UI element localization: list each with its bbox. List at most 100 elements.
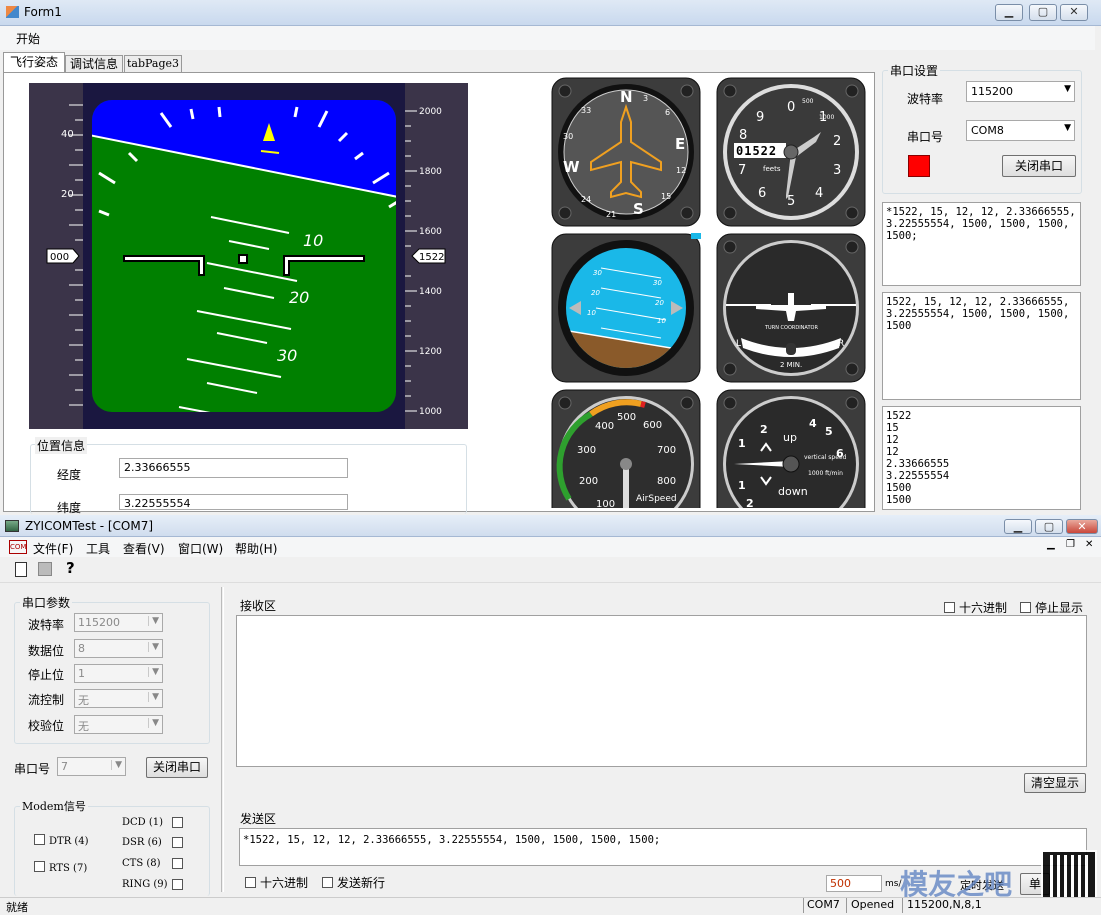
maximize-button[interactable]: ▢ [1035, 519, 1063, 534]
close-button[interactable]: ✕ [1066, 519, 1098, 534]
send-hex-checkbox[interactable]: 十六进制 [245, 874, 308, 891]
menu-file[interactable]: 文件(F) [33, 540, 73, 557]
checkbox-icon [944, 602, 955, 613]
turn-min: 2 MIN. [780, 361, 802, 369]
send-newline-checkbox[interactable]: 发送新行 [322, 874, 385, 891]
alt-num-2: 2 [833, 134, 841, 149]
baud-select[interactable]: 115200 ▼ [74, 613, 163, 632]
as-num-300: 300 [577, 445, 596, 456]
att-num-20a: 20 [591, 289, 600, 297]
tab-flight-attitude[interactable]: 飞行姿态 [3, 52, 65, 73]
value-line: 2.33666555 [886, 458, 950, 470]
port-select[interactable]: 7 ▼ [57, 757, 126, 776]
compass-30: 30 [563, 132, 573, 141]
right-scale-1600: 1600 [419, 227, 442, 237]
form1-menubar: 开始 [0, 26, 1095, 50]
menu-view[interactable]: 查看(V) [123, 540, 165, 557]
ring-indicator [172, 879, 183, 890]
modem-group-title: Modem信号 [20, 798, 88, 814]
parsed-data-box[interactable]: 1522, 15, 12, 12, 2.33666555, 3.22555554… [882, 292, 1081, 400]
right-scale-1400: 1400 [419, 287, 442, 297]
att-num-10b: 10 [657, 317, 666, 325]
serial-status-indicator [908, 155, 930, 177]
vsi-up-4: 4 [809, 417, 817, 430]
menu-window[interactable]: 窗口(W) [178, 540, 223, 557]
dropdown-arrow-icon: ▼ [148, 616, 159, 626]
port-label: 串口号 [907, 130, 944, 144]
alt-num-5: 5 [787, 194, 795, 209]
serial-settings-title: 串口设置 [888, 62, 941, 79]
receive-hex-checkbox[interactable]: 十六进制 [944, 599, 1007, 616]
att-num-30b: 30 [653, 279, 662, 287]
vsi-up-1: 1 [738, 437, 746, 450]
as-num-600: 600 [643, 420, 662, 431]
interval-field[interactable]: 500 [826, 875, 882, 892]
parity-select[interactable]: 无 ▼ [74, 715, 163, 734]
clear-display-button[interactable]: 清空显示 [1024, 773, 1086, 793]
maximize-button[interactable]: ▢ [1029, 4, 1057, 21]
value-line: 15 [886, 422, 899, 434]
values-list-box[interactable]: 1522 15 12 12 2.33666555 3.22555554 1500… [882, 406, 1081, 510]
raw-data-box[interactable]: *1522, 15, 12, 12, 2.33666555, 3.2255555… [882, 202, 1081, 286]
port-select[interactable]: COM8 ▼ [966, 120, 1075, 141]
mdi-minimize-icon[interactable]: ▁ [1047, 539, 1055, 550]
flow-select[interactable]: 无 ▼ [74, 689, 163, 708]
flow-label: 流控制 [28, 693, 65, 707]
mdi-close-icon[interactable]: ✕ [1085, 539, 1093, 550]
rts-label: RTS (7) [49, 863, 88, 874]
vertical-speed-gauge: 1 2 4 5 6 1 2 up down vertical speed 100… [716, 389, 866, 508]
dsr-indicator [172, 837, 183, 848]
stopbits-select[interactable]: 1 ▼ [74, 664, 163, 683]
alt-num-7: 7 [738, 163, 746, 178]
receive-area[interactable] [236, 615, 1087, 767]
tab-page3[interactable]: tabPage3 [124, 55, 182, 73]
baud-value: 115200 [971, 85, 1013, 98]
receive-hex-label: 十六进制 [959, 601, 1008, 615]
dsr-label: DSR (6) [122, 837, 162, 848]
close-port-button[interactable]: 关闭串口 [146, 757, 208, 778]
latitude-field[interactable]: 3.22555554 [119, 494, 348, 510]
menu-tools[interactable]: 工具 [86, 540, 110, 557]
stop-display-checkbox[interactable]: 停止显示 [1020, 599, 1083, 616]
checkbox-icon [34, 834, 45, 845]
tab-debug-info[interactable]: 调试信息 [65, 55, 123, 73]
tab-label: 调试信息 [69, 57, 118, 71]
help-icon[interactable]: ? [66, 559, 75, 577]
toolbar: ? [0, 558, 1101, 583]
rts-checkbox[interactable]: RTS (7) [34, 861, 87, 874]
menu-help[interactable]: 帮助(H) [235, 540, 277, 557]
ring-label: RING (9) [122, 879, 168, 890]
zyicom-title: ZYICOMTest - [COM7] [25, 519, 154, 533]
longitude-label: 经度 [57, 468, 82, 482]
as-num-100: 100 [596, 499, 615, 508]
value-line: 12 [886, 446, 899, 458]
send-area[interactable]: *1522, 15, 12, 12, 2.33666555, 3.2255555… [239, 828, 1087, 866]
save-icon[interactable] [38, 562, 52, 576]
stopbits-value: 1 [78, 667, 85, 680]
new-file-icon[interactable] [15, 562, 27, 577]
pitch-label-10: 10 [303, 231, 323, 250]
dtr-label: DTR (4) [49, 836, 89, 847]
close-serial-button[interactable]: 关闭串口 [1002, 155, 1076, 177]
dtr-checkbox[interactable]: DTR (4) [34, 834, 89, 847]
baud-label: 波特率 [907, 92, 944, 106]
checkbox-icon [1020, 602, 1031, 613]
as-num-500: 500 [617, 412, 636, 423]
databits-select[interactable]: 8 ▼ [74, 639, 163, 658]
close-button[interactable]: ✕ [1060, 4, 1088, 21]
att-num-10a: 10 [587, 309, 596, 317]
form1-titlebar: Form1 ▁ ▢ ✕ [0, 0, 1101, 26]
compass-3: 3 [643, 94, 648, 103]
parity-value: 无 [78, 720, 89, 733]
alt-num-6: 6 [758, 186, 766, 201]
longitude-field[interactable]: 2.33666555 [119, 458, 348, 478]
minimize-button[interactable]: ▁ [1004, 519, 1032, 534]
as-num-400: 400 [595, 421, 614, 432]
minimize-button[interactable]: ▁ [995, 4, 1023, 21]
mdi-restore-icon[interactable]: ❐ [1066, 539, 1075, 550]
baud-select[interactable]: 115200 ▼ [966, 81, 1075, 102]
menu-start[interactable]: 开始 [16, 30, 40, 47]
send-newline-label: 发送新行 [337, 876, 386, 890]
compass-21: 21 [606, 210, 616, 219]
alt-num-0: 0 [787, 100, 795, 115]
